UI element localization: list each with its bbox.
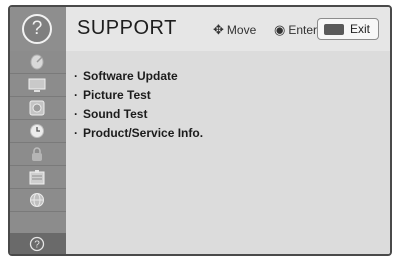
enter-hint: ◉ Enter (274, 22, 317, 38)
sidebar-item-picture[interactable] (10, 74, 66, 97)
category-sidebar: ? (10, 51, 66, 254)
svg-text:?: ? (34, 240, 40, 251)
header-icon-panel: ? (10, 7, 66, 51)
bullet: · (74, 107, 78, 121)
header-bar: ? SUPPORT ✥ Move ◉ Enter Exit (10, 7, 390, 52)
four-way-arrow-icon: ✥ (213, 22, 224, 37)
exit-key-icon (324, 24, 344, 35)
menu-item-label: Picture Test (83, 88, 151, 102)
support-help-icon: ? (28, 236, 46, 252)
tv-menu-screen: ? SUPPORT ✥ Move ◉ Enter Exit ? · Softwa… (8, 5, 392, 256)
sidebar-item-support[interactable]: ? (10, 233, 66, 254)
network-globe-icon (28, 192, 46, 208)
menu-item-picture-test[interactable]: · Picture Test (74, 86, 203, 105)
sidebar-item-lock[interactable] (10, 143, 66, 166)
exit-button-label: Exit (350, 22, 371, 36)
move-hint: ✥ Move (213, 22, 256, 38)
sidebar-item-network[interactable] (10, 189, 66, 212)
speaker-icon (28, 100, 46, 116)
exit-button[interactable]: Exit (317, 18, 379, 40)
clock-icon (28, 123, 46, 139)
menu-item-product-service-info[interactable]: · Product/Service Info. (74, 124, 203, 143)
menu-item-software-update[interactable]: · Software Update (74, 67, 203, 86)
sidebar-item-setup[interactable] (10, 51, 66, 74)
bullet: · (74, 69, 78, 83)
help-icon: ? (22, 14, 52, 44)
enter-dot-icon: ◉ (274, 22, 286, 37)
lock-icon (28, 146, 46, 162)
bullet: · (74, 88, 78, 102)
menu-item-label: Sound Test (83, 107, 148, 121)
menu-item-label: Software Update (83, 69, 178, 83)
sidebar-item-audio[interactable] (10, 97, 66, 120)
page-title: SUPPORT (77, 17, 177, 39)
support-content-panel: · Software Update · Picture Test · Sound Te… (66, 51, 390, 254)
sidebar-item-time[interactable] (10, 120, 66, 143)
menu-item-sound-test[interactable]: · Sound Test (74, 105, 203, 124)
monitor-icon (28, 77, 46, 93)
options-icon (28, 169, 46, 185)
enter-hint-label: Enter (288, 23, 318, 37)
support-options-list: · Software Update · Picture Test · Sound Te… (74, 67, 203, 143)
bullet: · (74, 126, 78, 140)
satellite-dish-icon (28, 54, 46, 70)
sidebar-item-option[interactable] (10, 166, 66, 189)
move-hint-label: Move (226, 23, 257, 37)
menu-item-label: Product/Service Info. (83, 126, 204, 140)
